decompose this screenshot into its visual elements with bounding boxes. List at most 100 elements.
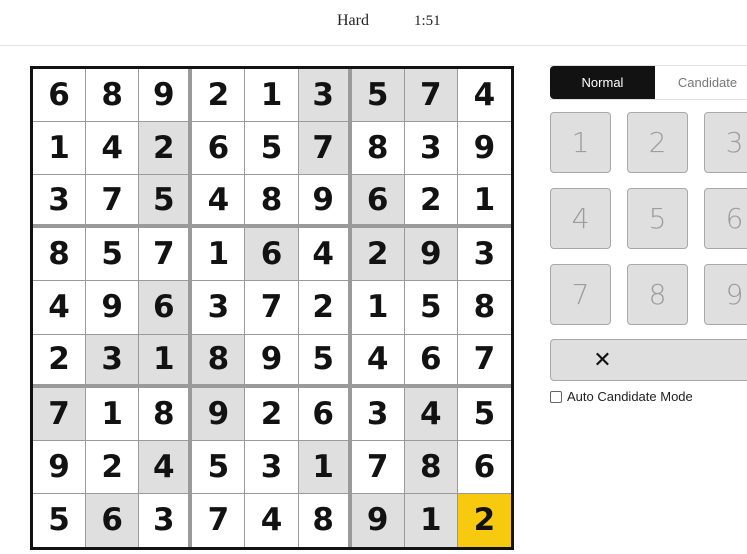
sudoku-cell[interactable]: 6 [139, 281, 193, 335]
candidate-mode-button[interactable]: Candidate [655, 66, 747, 99]
number-pad-button[interactable]: 5 [627, 188, 688, 249]
auto-candidate-label: Auto Candidate Mode [567, 389, 693, 404]
sudoku-cell[interactable]: 5 [192, 440, 246, 494]
sudoku-cell[interactable]: 3 [457, 228, 511, 282]
sudoku-cell[interactable]: 3 [404, 122, 458, 176]
sudoku-cell[interactable]: 5 [298, 334, 352, 388]
sudoku-cell[interactable]: 1 [33, 122, 87, 176]
sudoku-cell[interactable]: 2 [404, 175, 458, 229]
sudoku-cell[interactable]: 1 [457, 175, 511, 229]
sudoku-cell[interactable]: 6 [33, 69, 87, 123]
sudoku-cell[interactable]: 7 [139, 228, 193, 282]
auto-candidate-checkbox[interactable] [550, 390, 562, 403]
sudoku-cell[interactable]: 8 [298, 493, 352, 547]
sudoku-cell[interactable]: 2 [298, 281, 352, 335]
auto-candidate-row: Auto Candidate Mode [550, 389, 693, 404]
sudoku-cell[interactable]: 7 [33, 387, 87, 441]
number-pad-button[interactable]: 8 [627, 264, 688, 325]
number-pad-button[interactable]: 1 [550, 112, 611, 173]
number-pad-button[interactable]: 3 [704, 112, 747, 173]
sudoku-cell[interactable]: 2 [192, 69, 246, 123]
sudoku-cell[interactable]: 3 [298, 69, 352, 123]
sudoku-cell[interactable]: 4 [457, 69, 511, 123]
sudoku-cell[interactable]: 9 [457, 122, 511, 176]
sudoku-cell[interactable]: 9 [404, 228, 458, 282]
top-bar: Hard 1:51 [0, 0, 747, 46]
sudoku-cell[interactable]: 5 [139, 175, 193, 229]
sudoku-cell[interactable]: 6 [457, 440, 511, 494]
sudoku-cell[interactable]: 1 [404, 493, 458, 547]
difficulty-label: Hard [337, 12, 369, 29]
sudoku-cell[interactable]: 7 [245, 281, 299, 335]
sudoku-cell[interactable]: 6 [245, 228, 299, 282]
sudoku-cell[interactable]: 8 [33, 228, 87, 282]
sudoku-cell[interactable]: 1 [245, 69, 299, 123]
sudoku-cell[interactable]: 1 [139, 334, 193, 388]
number-pad-button[interactable]: 4 [550, 188, 611, 249]
sudoku-cell[interactable]: 9 [298, 175, 352, 229]
sudoku-cell[interactable]: 7 [86, 175, 140, 229]
sudoku-cell[interactable]: 1 [86, 387, 140, 441]
sudoku-cell[interactable]: 3 [245, 440, 299, 494]
sudoku-cell[interactable]: 5 [245, 122, 299, 176]
sudoku-cell[interactable]: 4 [351, 334, 405, 388]
sudoku-cell[interactable]: 2 [86, 440, 140, 494]
number-pad-button[interactable]: 6 [704, 188, 747, 249]
sudoku-cell[interactable]: 8 [139, 387, 193, 441]
sudoku-cell[interactable]: 2 [139, 122, 193, 176]
sudoku-cell[interactable]: 7 [457, 334, 511, 388]
sudoku-cell[interactable]: 7 [351, 440, 405, 494]
sudoku-cell[interactable]: 4 [404, 387, 458, 441]
sudoku-cell[interactable]: 5 [351, 69, 405, 123]
sudoku-cell[interactable]: 3 [192, 281, 246, 335]
sudoku-cell[interactable]: 7 [298, 122, 352, 176]
sudoku-cell[interactable]: 9 [139, 69, 193, 123]
sudoku-cell[interactable]: 8 [351, 122, 405, 176]
sudoku-cell[interactable]: 8 [457, 281, 511, 335]
sudoku-cell[interactable]: 8 [86, 69, 140, 123]
sudoku-cell[interactable]: 9 [86, 281, 140, 335]
sudoku-cell[interactable]: 4 [298, 228, 352, 282]
number-pad-button[interactable]: 7 [550, 264, 611, 325]
sudoku-cell[interactable]: 4 [245, 493, 299, 547]
sudoku-board: 6892135741426578393754896218571642934963… [30, 66, 514, 550]
sudoku-cell[interactable]: 9 [33, 440, 87, 494]
erase-button[interactable]: ✕ [550, 339, 747, 381]
sudoku-cell[interactable]: 2 [457, 493, 511, 547]
sudoku-cell[interactable]: 5 [457, 387, 511, 441]
sudoku-cell[interactable]: 1 [351, 281, 405, 335]
sudoku-cell[interactable]: 5 [33, 493, 87, 547]
sudoku-cell[interactable]: 6 [192, 122, 246, 176]
sudoku-cell[interactable]: 1 [192, 228, 246, 282]
sudoku-cell[interactable]: 8 [245, 175, 299, 229]
sudoku-cell[interactable]: 3 [33, 175, 87, 229]
sudoku-cell[interactable]: 4 [33, 281, 87, 335]
sudoku-cell[interactable]: 8 [404, 440, 458, 494]
sudoku-cell[interactable]: 6 [404, 334, 458, 388]
sudoku-cell[interactable]: 7 [192, 493, 246, 547]
sudoku-cell[interactable]: 3 [351, 387, 405, 441]
sudoku-cell[interactable]: 9 [245, 334, 299, 388]
sudoku-cell[interactable]: 7 [404, 69, 458, 123]
sudoku-cell[interactable]: 2 [245, 387, 299, 441]
sudoku-cell[interactable]: 4 [139, 440, 193, 494]
sudoku-cell[interactable]: 5 [404, 281, 458, 335]
sudoku-cell[interactable]: 5 [86, 228, 140, 282]
sudoku-cell[interactable]: 1 [298, 440, 352, 494]
sudoku-cell[interactable]: 9 [192, 387, 246, 441]
sudoku-cell[interactable]: 3 [86, 334, 140, 388]
normal-mode-button[interactable]: Normal [550, 66, 655, 99]
sudoku-cell[interactable]: 8 [192, 334, 246, 388]
sudoku-cell[interactable]: 6 [351, 175, 405, 229]
number-pad-button[interactable]: 2 [627, 112, 688, 173]
sudoku-cell[interactable]: 4 [86, 122, 140, 176]
sudoku-cell[interactable]: 2 [33, 334, 87, 388]
sudoku-cell[interactable]: 6 [86, 493, 140, 547]
sudoku-cell[interactable]: 6 [298, 387, 352, 441]
sudoku-cell[interactable]: 4 [192, 175, 246, 229]
sudoku-cell[interactable]: 9 [351, 493, 405, 547]
timer: 1:51 [414, 13, 441, 29]
number-pad-button[interactable]: 9 [704, 264, 747, 325]
sudoku-cell[interactable]: 3 [139, 493, 193, 547]
sudoku-cell[interactable]: 2 [351, 228, 405, 282]
